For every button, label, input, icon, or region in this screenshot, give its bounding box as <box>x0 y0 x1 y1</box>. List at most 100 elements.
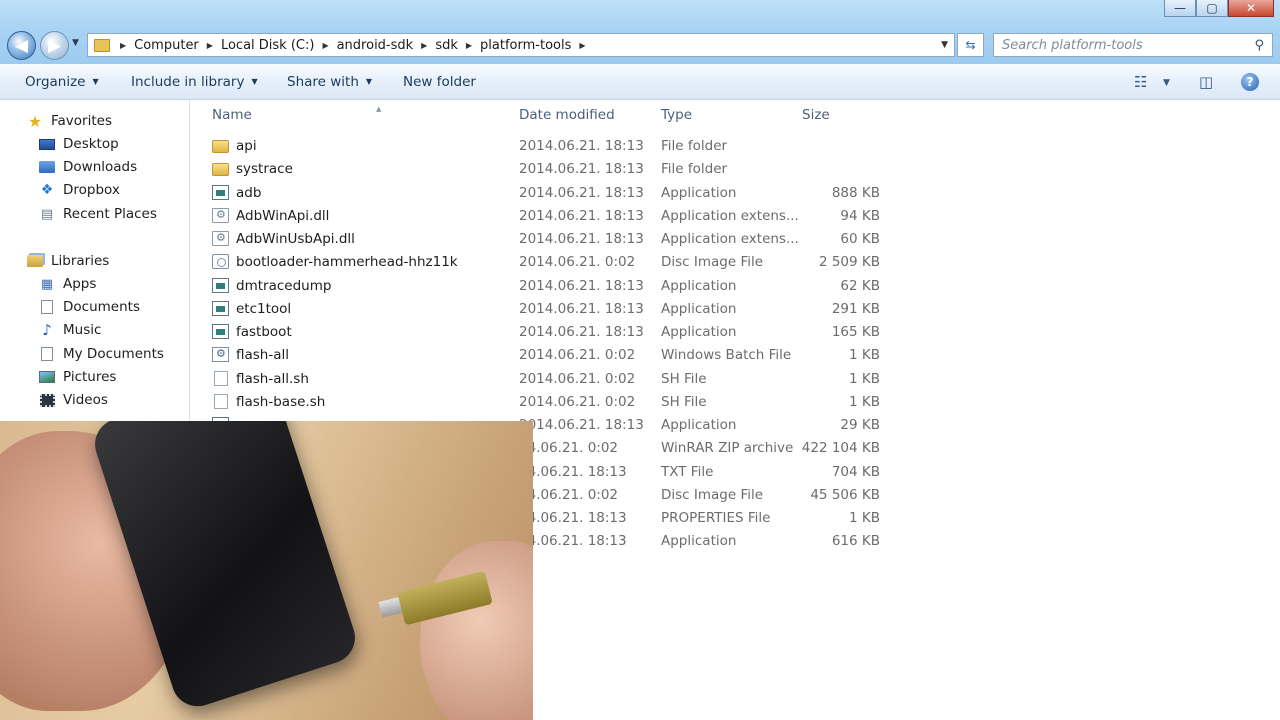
breadcrumb-computer[interactable]: Computer <box>130 38 203 53</box>
file-row[interactable]: systrace 2014.06.21. 18:13 File folder <box>190 158 1190 180</box>
libraries-icon <box>27 254 43 268</box>
nav-documents[interactable]: Documents <box>39 299 140 315</box>
nav-apps[interactable]: ▦ Apps <box>39 276 97 292</box>
nav-desktop[interactable]: Desktop <box>39 136 119 152</box>
view-options-dropdown-icon[interactable]: ▼ <box>1163 78 1170 88</box>
nav-label: Dropbox <box>63 182 120 198</box>
nav-favorites[interactable]: ★ Favorites <box>27 111 112 131</box>
minimize-button[interactable]: — <box>1164 0 1196 17</box>
column-header-name[interactable]: Name ▲ <box>212 105 381 123</box>
refresh-button[interactable]: ⇆ <box>957 33 984 57</box>
breadcrumb-separator-icon[interactable]: ▶ <box>116 41 130 50</box>
file-type: Disc Image File <box>661 254 764 271</box>
file-date-modified: 14.06.21. 0:02 <box>519 486 619 503</box>
file-row[interactable]: dmtracedump 2014.06.21. 18:13 Application 6… <box>190 275 1190 297</box>
blank-file-icon <box>214 370 228 386</box>
breadcrumb-android-sdk[interactable]: android-sdk <box>333 38 418 53</box>
breadcrumb-platform-tools[interactable]: platform-tools <box>476 38 575 53</box>
breadcrumb-separator-icon[interactable]: ▶ <box>203 41 217 50</box>
file-row[interactable]: bootloader-hammerhead-hhz11k 2014.06.21. … <box>190 251 1190 273</box>
hand-image <box>420 541 533 720</box>
file-row[interactable]: AdbWinApi.dll2014.06.21. 18:13Applicatio… <box>190 205 1190 227</box>
breadcrumb-separator-icon[interactable]: ▶ <box>575 41 589 50</box>
change-view-icon[interactable]: ☷ <box>1134 73 1147 91</box>
share-with-label: Share with <box>287 74 359 90</box>
search-icon[interactable]: ⚲ <box>1254 38 1264 53</box>
file-date-modified: 2014.06.21. 18:13 <box>519 324 644 340</box>
file-type: Application <box>661 184 737 201</box>
nav-recent-places[interactable]: ▤ Recent Places <box>39 206 157 222</box>
nav-dropbox[interactable]: ❖ Dropbox <box>39 182 120 198</box>
app-file-icon <box>212 300 229 316</box>
pictures-icon <box>39 370 55 384</box>
breadcrumb-separator-icon[interactable]: ▶ <box>417 41 431 50</box>
nav-my-documents[interactable]: My Documents <box>39 346 164 362</box>
file-size: 704 KB <box>831 463 880 480</box>
file-date-modified: 2014.06.21. 18:13 <box>519 184 644 201</box>
nav-label: Favorites <box>51 113 112 129</box>
file-row[interactable]: flash-all.sh 2014.06.21. 0:02 SH File 1 KB <box>190 368 1190 390</box>
desktop-icon <box>39 137 55 151</box>
nav-label: Documents <box>63 299 140 315</box>
nav-label: Pictures <box>63 369 117 385</box>
new-folder-button[interactable]: New folder <box>403 74 476 90</box>
breadcrumb-local-disk[interactable]: Local Disk (C:) <box>217 38 318 53</box>
file-row[interactable]: flash-all2014.06.21. 0:02Windows Batch F… <box>190 344 1190 366</box>
nav-label: Videos <box>63 392 108 408</box>
nav-downloads[interactable]: Downloads <box>39 159 137 175</box>
forward-button[interactable]: ▶ <box>40 31 69 60</box>
back-button[interactable]: ◀ <box>7 31 36 60</box>
help-button[interactable]: ? <box>1241 73 1259 91</box>
file-date-modified: 2014.06.21. 18:13 <box>519 277 644 294</box>
blank-file-icon <box>214 393 228 409</box>
nav-videos[interactable]: Videos <box>39 392 108 408</box>
close-button[interactable]: ✕ <box>1228 0 1274 17</box>
file-type: TXT File <box>661 463 714 480</box>
maximize-button[interactable]: ▢ <box>1196 0 1228 17</box>
preview-pane-icon[interactable]: ◫ <box>1199 73 1213 91</box>
breadcrumb-sdk[interactable]: sdk <box>431 38 462 53</box>
nav-pictures[interactable]: Pictures <box>39 369 116 385</box>
file-size: 60 KB <box>840 231 880 247</box>
file-size: 422 104 KB <box>801 440 880 457</box>
file-row[interactable]: api 2014.06.21. 18:13 File folder <box>190 135 1190 157</box>
column-header-date[interactable]: Date modified <box>519 107 615 123</box>
share-with-button[interactable]: Share with ▼ <box>287 74 372 90</box>
column-header-label: Name <box>212 107 252 123</box>
address-bar[interactable]: ▶ Computer ▶ Local Disk (C:) ▶ android-s… <box>87 33 955 57</box>
file-row[interactable]: fastboot 2014.06.21. 18:13 Application 165 … <box>190 321 1190 343</box>
file-size: 888 KB <box>831 184 880 201</box>
file-size: 45 506 KB <box>810 486 880 503</box>
address-dropdown-icon[interactable]: ▼ <box>935 40 954 50</box>
breadcrumb-separator-icon[interactable]: ▶ <box>462 41 476 50</box>
organize-button[interactable]: Organize ▼ <box>25 74 99 90</box>
file-row[interactable]: AdbWinUsbApi.dll2014.06.21. 18:13Applica… <box>190 228 1190 250</box>
star-icon: ★ <box>27 111 43 131</box>
file-type: SH File <box>661 370 707 387</box>
column-header-size[interactable]: Size <box>802 107 830 123</box>
recent-pages-dropdown[interactable]: ▼ <box>72 38 79 48</box>
nav-libraries[interactable]: Libraries <box>27 253 109 269</box>
nav-music[interactable]: ♪ Music <box>39 321 101 339</box>
search-input[interactable] <box>1002 37 1242 53</box>
file-date-modified: 2014.06.21. 18:13 <box>519 417 644 433</box>
search-box[interactable]: ⚲ <box>993 33 1273 57</box>
nav-label: Downloads <box>63 159 138 175</box>
file-date-modified: 2014.06.21. 18:13 <box>519 207 644 224</box>
file-row[interactable]: adb 2014.06.21. 18:13 Application 888 KB <box>190 182 1190 204</box>
file-row[interactable]: etc1tool 2014.06.21. 18:13 Application 291 … <box>190 298 1190 320</box>
file-size: 62 KB <box>840 277 880 294</box>
include-in-library-button[interactable]: Include in library ▼ <box>131 74 258 90</box>
img-file-icon <box>212 254 229 270</box>
breadcrumb-separator-icon[interactable]: ▶ <box>318 41 332 50</box>
column-header-type[interactable]: Type <box>661 107 692 123</box>
folder-file-icon <box>212 163 229 177</box>
file-name: AdbWinUsbApi.dll <box>236 231 355 247</box>
back-arrow-icon: ◀ <box>14 35 29 56</box>
file-row[interactable]: flash-base.sh 2014.06.21. 0:02 SH File 1 KB <box>190 391 1190 413</box>
include-in-library-label: Include in library <box>131 74 245 90</box>
file-size: 1 KB <box>849 393 880 410</box>
file-date-modified: 2014.06.21. 18:13 <box>519 231 644 247</box>
file-type: File folder <box>661 161 728 178</box>
file-name: adb <box>236 184 262 201</box>
